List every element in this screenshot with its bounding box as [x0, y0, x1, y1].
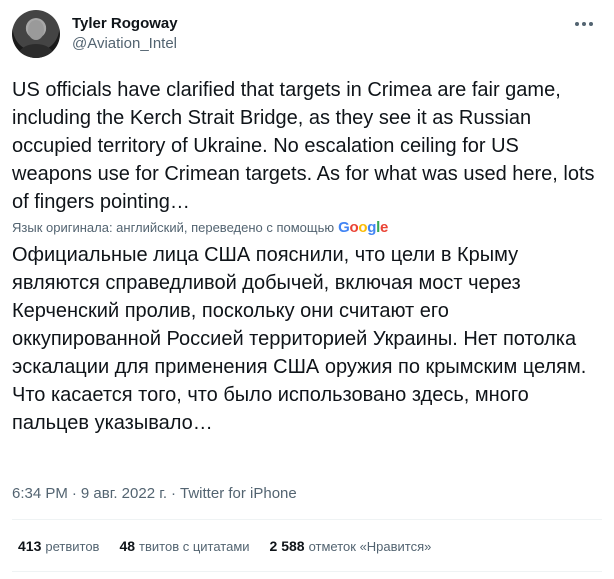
quotes-count: 48	[119, 538, 136, 554]
author-name[interactable]: Tyler Rogoway	[72, 14, 178, 34]
tweet-card: Tyler Rogoway @Aviation_Intel US officia…	[0, 0, 614, 579]
engagement-stats: 413 ретвитов 48 твитов с цитатами 2 588 …	[18, 537, 431, 556]
translation-note-text: Язык оригинала: английский, переведено с…	[12, 220, 335, 235]
divider	[12, 519, 602, 520]
likes-label: отметок «Нравится»	[308, 539, 432, 554]
likes-count: 2 588	[269, 538, 305, 554]
google-logo: Google	[338, 220, 388, 236]
retweets-label: ретвитов	[45, 539, 100, 554]
author-handle[interactable]: @Aviation_Intel	[72, 34, 178, 54]
dot-icon	[589, 22, 593, 26]
author-block: Tyler Rogoway @Aviation_Intel	[72, 14, 178, 54]
dot-icon	[582, 22, 586, 26]
likes-stat[interactable]: 2 588 отметок «Нравится»	[270, 537, 432, 556]
timestamp-row: 6:34 PM · 9 авг. 2022 г. · Twitter for iPhon…	[12, 484, 297, 504]
google-logo-letter: g	[367, 219, 377, 236]
more-horizontal-icon[interactable]	[572, 14, 596, 34]
tweet-time[interactable]: 6:34 PM	[12, 485, 68, 502]
tweet-date[interactable]: 9 авг. 2022 г.	[81, 485, 167, 502]
google-logo-letter: o	[358, 219, 368, 236]
retweets-stat[interactable]: 413 ретвитов	[18, 537, 99, 556]
google-logo-letter: e	[380, 219, 389, 236]
quotes-stat[interactable]: 48 твитов с цитатами	[119, 537, 249, 556]
divider	[12, 571, 602, 572]
quotes-label: твитов с цитатами	[139, 539, 250, 554]
translated-text: Официальные лица США пояснили, что цели …	[12, 244, 587, 434]
tweet-source[interactable]: Twitter for iPhone	[180, 485, 297, 502]
separator: ·	[71, 485, 77, 502]
avatar-face	[28, 20, 44, 40]
avatar[interactable]	[12, 10, 60, 58]
tweet-text: US officials have clarified that targets…	[12, 79, 595, 213]
retweets-count: 413	[18, 538, 42, 554]
avatar-shoulders	[18, 44, 54, 58]
separator: ·	[171, 485, 177, 502]
google-logo-letter: G	[338, 219, 350, 236]
translation-note[interactable]: Язык оригинала: английский, переведено с…	[12, 220, 388, 236]
dot-icon	[575, 22, 579, 26]
